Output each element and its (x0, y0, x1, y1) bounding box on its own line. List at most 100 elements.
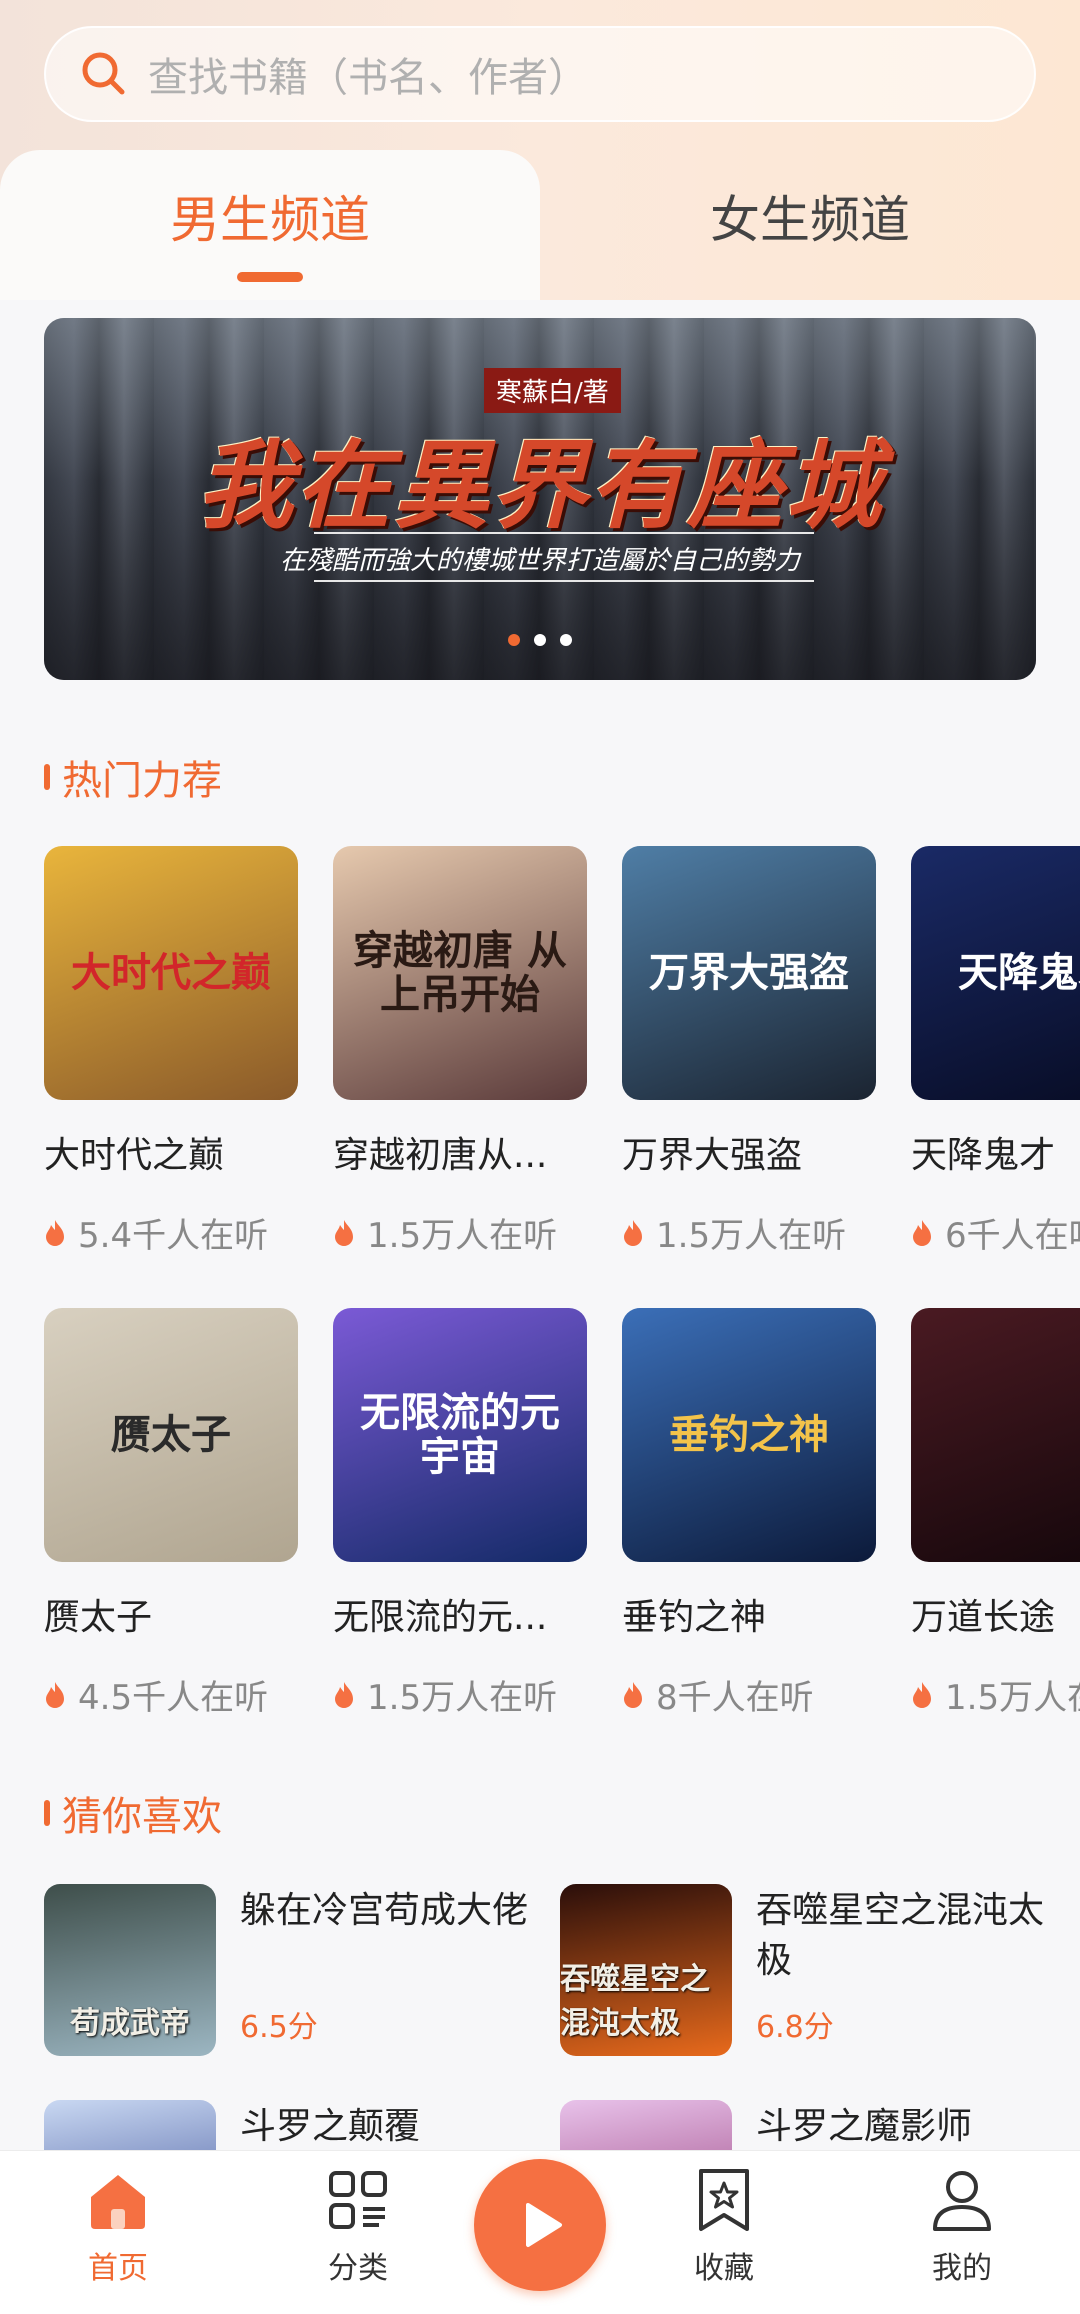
listener-count: 1.5万人在听 (367, 1216, 558, 1256)
nav-mine[interactable]: 我的 (882, 2165, 1042, 2287)
book-title: 万道长途 (911, 1597, 1056, 1638)
book-listeners: 1.5万人在听 (911, 1670, 1080, 1719)
book-listeners: 1.5万人在听 (333, 1208, 587, 1257)
book-cover[interactable]: 大时代之巅 (44, 846, 298, 1100)
book-card[interactable]: 天降鬼才天降鬼才6千人在听 (911, 846, 1080, 1308)
book-card[interactable]: 无限流的元宇宙无限流的元... 1.5万人在听 (333, 1308, 587, 1770)
nav-home[interactable]: 首页 (38, 2165, 198, 2287)
tab-female-channel[interactable]: 女生频道 (540, 150, 1080, 300)
recommend-title: 斗罗之颠覆 (240, 2106, 421, 2147)
recommend-title: 躲在冷宫苟成大佬 (240, 1890, 529, 1931)
tab-active-indicator (237, 272, 303, 282)
book-listeners: 1.5万人在听 (333, 1670, 587, 1719)
book-listeners: 8千人在听 (622, 1670, 876, 1719)
book-card[interactable]: 万道长途 1.5万人在听 (911, 1308, 1080, 1770)
book-cover[interactable]: 穿越初唐 从上吊开始 (333, 846, 587, 1100)
book-title: 穿越初唐从... (333, 1135, 548, 1176)
hot-book-grid: 大时代之巅 大时代之巅 5.4千人在听 穿越初唐 从上吊开始 穿越初唐从... 1.5万人… (44, 846, 1080, 1770)
book-card[interactable]: 赝太子 赝太子 4.5千人在听 (44, 1308, 298, 1770)
book-listeners: 5.4千人在听 (44, 1208, 298, 1257)
book-cover-text: 万界大强盗 (649, 949, 849, 996)
book-cover-text: 无限流的元宇宙 (360, 1389, 560, 1480)
recommend-cover[interactable]: 吞噬星空之混沌太极 (560, 1884, 732, 2056)
flame-icon (46, 1219, 64, 1246)
book-row: 赝太子 赝太子 4.5千人在听 无限流的元宇宙 无限流的元... 1.5万人在听 垂钓之神垂… (44, 1308, 1080, 1770)
banner-carousel[interactable]: 寒蘇白/著 我在異界有座城 在殘酷而強大的樓城世界打造屬於自己的勢力 (44, 318, 1036, 680)
tab-label: 男生频道 (170, 191, 370, 249)
listener-count: 4.5千人在听 (78, 1678, 269, 1718)
flame-icon (335, 1681, 353, 1708)
section-title: 猜你喜欢 (62, 1794, 222, 1840)
section-accent-bar (44, 1800, 50, 1826)
book-cover-text: 赝太子 (111, 1411, 231, 1458)
carousel-dot[interactable] (560, 634, 572, 646)
carousel-dot[interactable] (508, 634, 520, 646)
book-card[interactable]: 垂钓之神 垂钓之神 8千人在听 (622, 1308, 876, 1770)
banner-subtitle: 在殘酷而強大的樓城世界打造屬於自己的勢力 (279, 546, 800, 576)
banner-divider (314, 580, 814, 582)
book-title: 万界大强盗 (622, 1135, 803, 1176)
nav-favorites[interactable]: 收藏 (644, 2165, 804, 2287)
book-listeners: 4.5千人在听 (44, 1670, 298, 1719)
book-cover[interactable]: 无限流的元宇宙 (333, 1308, 587, 1562)
book-cover-text: 大时代之巅 (71, 949, 271, 996)
hot-section-header: 热门力荐 (44, 748, 222, 806)
listener-count: 1.5万人在听 (367, 1678, 558, 1718)
book-listeners: 1.5万人在听 (622, 1208, 876, 1257)
banner-divider (314, 532, 814, 534)
tab-male-channel[interactable]: 男生频道 (0, 150, 540, 300)
bookmark-star-icon (689, 2165, 759, 2235)
carousel-dot[interactable] (534, 634, 546, 646)
recommend-title: 吞噬星空之混沌太极 (756, 1890, 1045, 1981)
book-listeners: 6千人在听 (911, 1208, 1080, 1257)
recommend-section-header: 猜你喜欢 (44, 1784, 222, 1842)
listener-count: 8千人在听 (656, 1678, 814, 1718)
book-card[interactable]: 大时代之巅 大时代之巅 5.4千人在听 (44, 846, 298, 1308)
book-card[interactable]: 穿越初唐 从上吊开始穿越初唐从... 1.5万人在听 (333, 846, 587, 1308)
listener-count: 1.5万人在听 (656, 1216, 847, 1256)
listener-count: 1.5万人在听 (945, 1678, 1080, 1718)
banner-author: 寒蘇白/著 (484, 368, 621, 413)
search-icon (78, 48, 130, 100)
book-cover[interactable]: 万界大强盗 (622, 846, 876, 1100)
nav-favorites-label: 收藏 (694, 2251, 754, 2286)
book-cover-text: 天降鬼才 (958, 949, 1080, 996)
book-cover[interactable]: 天降鬼才 (911, 846, 1080, 1100)
flame-icon (46, 1681, 64, 1708)
book-cover[interactable]: 赝太子 (44, 1308, 298, 1562)
flame-icon (913, 1681, 931, 1708)
section-title: 热门力荐 (62, 758, 222, 804)
channel-tabs: 男生频道 女生频道 (0, 150, 1080, 300)
book-title: 赝太子 (44, 1597, 153, 1638)
home-icon (83, 2165, 153, 2235)
flame-icon (335, 1219, 353, 1246)
nav-category[interactable]: 分类 (278, 2165, 438, 2287)
book-title: 大时代之巅 (44, 1135, 225, 1176)
tab-label: 女生频道 (710, 191, 910, 249)
book-title: 无限流的元... (333, 1597, 548, 1638)
section-accent-bar (44, 764, 50, 790)
book-cover[interactable] (911, 1308, 1080, 1562)
listener-count: 5.4千人在听 (78, 1216, 269, 1256)
recommend-cover-text: 吞噬星空之混沌太极 (560, 1962, 710, 2041)
recommend-score: 6.8分 (756, 2010, 834, 2045)
flame-icon (913, 1219, 931, 1246)
bottom-navigation: 首页 分类 收藏 我的 (0, 2150, 1080, 2314)
nav-mine-label: 我的 (932, 2251, 992, 2286)
flame-icon (624, 1219, 642, 1246)
recommend-cover-text: 苟成武帝 (70, 2006, 190, 2041)
play-button[interactable] (474, 2159, 606, 2291)
recommend-cover[interactable]: 苟成武帝 (44, 1884, 216, 2056)
book-cover-text: 穿越初唐 从上吊开始 (353, 927, 567, 1018)
carousel-dots (508, 634, 572, 646)
book-card[interactable]: 万界大强盗 万界大强盗 1.5万人在听 (622, 846, 876, 1308)
book-title: 垂钓之神 (622, 1597, 767, 1638)
user-profile-icon (927, 2165, 997, 2235)
book-cover[interactable]: 垂钓之神 (622, 1308, 876, 1562)
search-bar[interactable]: 查找书籍（书名、作者） (44, 26, 1036, 122)
recommend-score: 6.5分 (240, 2010, 318, 2045)
category-grid-icon (323, 2165, 393, 2235)
book-row: 大时代之巅 大时代之巅 5.4千人在听 穿越初唐 从上吊开始 穿越初唐从... 1.5万人… (44, 846, 1080, 1308)
nav-category-label: 分类 (328, 2251, 388, 2286)
nav-home-label: 首页 (88, 2251, 148, 2286)
